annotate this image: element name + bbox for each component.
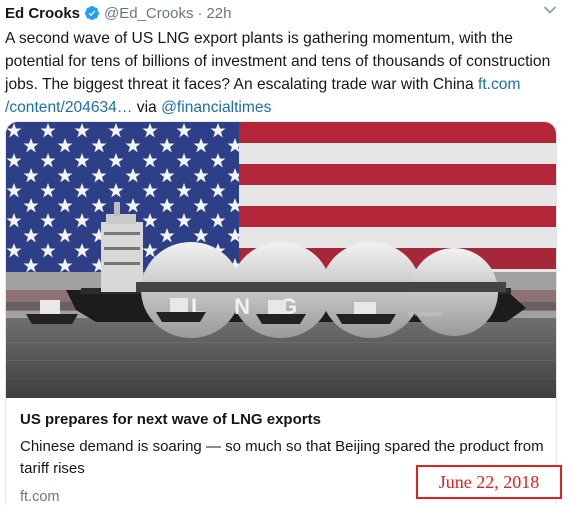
- tweet-text-line: A second wave of US LNG export plants is…: [5, 30, 513, 47]
- chevron-down-icon[interactable]: [543, 3, 557, 17]
- tweet-text: A second wave of US LNG export plants is…: [5, 27, 561, 119]
- tweet-header: Ed Crooks @Ed_Crooks · 22h: [5, 2, 571, 24]
- card-title[interactable]: US prepares for next wave of LNG exports: [20, 410, 544, 430]
- user-handle[interactable]: @Ed_Crooks: [104, 5, 193, 22]
- tweet-text-line: potential for tens of billions of invest…: [5, 53, 551, 70]
- verified-badge-icon: [85, 6, 100, 20]
- mention-link[interactable]: @financialtimes: [161, 99, 271, 116]
- tweet-timestamp[interactable]: 22h: [206, 5, 231, 22]
- separator-dot: ·: [197, 4, 203, 22]
- tweet[interactable]: Ed Crooks @Ed_Crooks · 22h A second wave…: [0, 0, 571, 505]
- via-label: via: [132, 99, 162, 116]
- date-stamp: June 22, 2018: [416, 465, 562, 499]
- ship-name-label: SHAHAMAH: [408, 312, 442, 318]
- link-card[interactable]: L N G SHAHAMAH US prepares for next wave…: [5, 121, 557, 505]
- display-name[interactable]: Ed Crooks: [5, 5, 80, 22]
- card-image[interactable]: L N G SHAHAMAH: [6, 122, 556, 398]
- tweet-text-line: jobs. The biggest threat it faces? An es…: [5, 76, 478, 93]
